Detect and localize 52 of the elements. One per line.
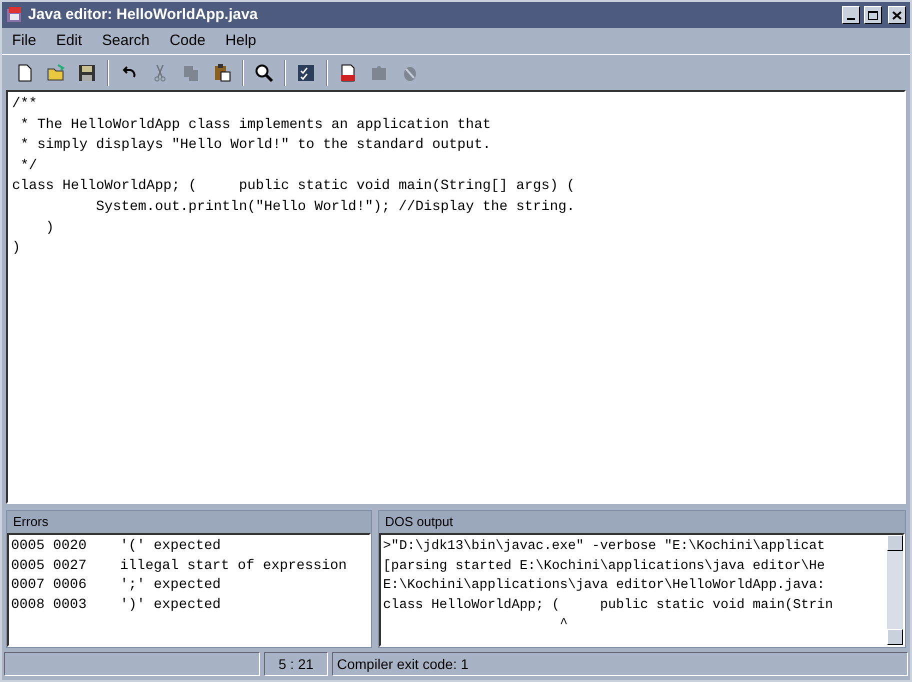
column-number: 0020 bbox=[53, 537, 88, 556]
output-line: E:\Kochini\applications\java editor\HelloWorldApp.java: bbox=[383, 577, 825, 595]
code-line: ) bbox=[12, 239, 20, 258]
checklist-icon bbox=[296, 62, 316, 82]
error-row[interactable]: 0008 0003 ')' expected bbox=[11, 596, 367, 615]
error-message: ';' expected bbox=[120, 576, 221, 595]
toolbar-button[interactable] bbox=[253, 62, 275, 84]
maximize-button[interactable] bbox=[864, 6, 882, 24]
output-line: ^ bbox=[558, 616, 568, 634]
panel-title: Errors bbox=[13, 513, 48, 532]
code-line: /** bbox=[12, 95, 38, 114]
menu-item[interactable]: Help bbox=[223, 30, 258, 52]
code-line: * simply displays "Hello World!" to the standard output. bbox=[19, 136, 491, 156]
error-message: illegal start of expression bbox=[120, 556, 347, 576]
code-line: * The HelloWorldApp class implements an application that bbox=[19, 116, 491, 135]
scrollbar[interactable] bbox=[887, 535, 903, 645]
code-line: ) bbox=[44, 218, 54, 238]
search-icon bbox=[254, 62, 274, 82]
output-line: class HelloWorldApp; ( public static void main(Strin bbox=[383, 596, 833, 614]
toolbar-button[interactable] bbox=[45, 62, 67, 84]
code-line: System.out.println("Hello World!"); //Display the string. bbox=[95, 198, 575, 217]
output-line: [parsing started E:\Kochini\applications\java editor\He bbox=[383, 558, 825, 576]
column-number: 0003 bbox=[53, 596, 88, 614]
error-message: '(' expected bbox=[120, 537, 221, 556]
error-row[interactable]: 0005 0020 '(' expected bbox=[11, 537, 367, 556]
code-line: */ bbox=[19, 156, 38, 176]
status-message: Compiler exit code: 1 bbox=[337, 654, 469, 674]
folder-icon bbox=[46, 62, 66, 82]
menu-item[interactable]: File bbox=[10, 30, 38, 52]
column-number: 0006 bbox=[53, 576, 88, 595]
close-icon bbox=[892, 10, 902, 20]
line-number: 0005 bbox=[11, 537, 46, 556]
binary-file-icon bbox=[338, 62, 358, 82]
minimize-button[interactable] bbox=[842, 6, 860, 24]
menu-item[interactable]: Code bbox=[168, 30, 208, 52]
error-row[interactable]: 0007 0006 ';' expected bbox=[11, 576, 367, 596]
close-button[interactable] bbox=[888, 6, 906, 24]
error-row[interactable]: 0005 0027 illegal start of expression bbox=[11, 556, 367, 576]
panel-title: DOS output bbox=[385, 513, 453, 532]
menu-item[interactable]: Search bbox=[100, 30, 152, 52]
line-number: 0005 bbox=[11, 556, 46, 576]
menu-item[interactable]: Edit bbox=[54, 30, 84, 52]
line-number: 0007 bbox=[11, 576, 46, 595]
output-line: >"D:\jdk13\bin\javac.exe" -verbose "E:\Kochini\applicat bbox=[383, 538, 825, 556]
error-message: ')' expected bbox=[120, 596, 221, 614]
window-title: Java editor: HelloWorldApp.java bbox=[28, 4, 259, 25]
app-icon bbox=[6, 6, 24, 24]
cursor-position: 5 : 21 bbox=[278, 654, 314, 674]
clipboard-icon bbox=[212, 62, 232, 82]
line-number: 0008 bbox=[11, 596, 46, 614]
code-line: class HelloWorldApp; ( public static void main(String[] args) ( bbox=[12, 177, 575, 196]
column-number: 0027 bbox=[53, 556, 88, 576]
